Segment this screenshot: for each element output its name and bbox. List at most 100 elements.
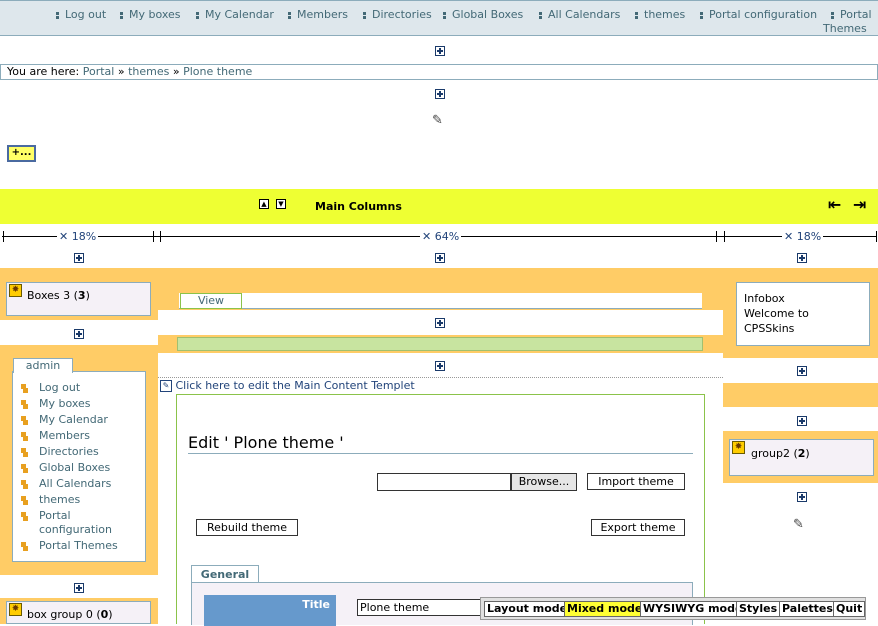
- bullet-icon: [21, 480, 26, 485]
- bullet-icon: [363, 11, 366, 15]
- nav-global-boxes[interactable]: Global Boxes: [443, 8, 523, 21]
- quit-button[interactable]: Quit: [833, 601, 866, 617]
- infobox-text: CPSSkins: [744, 322, 795, 335]
- bullet-icon: [831, 11, 834, 15]
- menu-members[interactable]: Members: [21, 429, 90, 442]
- nav-portal[interactable]: Portal: [831, 8, 872, 21]
- boxgroup0-box[interactable]: ✸ box group 0 (0): [6, 601, 151, 624]
- ruler-tick[interactable]: [160, 231, 161, 242]
- rebuild-theme-button[interactable]: Rebuild theme: [196, 519, 298, 536]
- mixed-mode-button[interactable]: Mixed mode: [564, 601, 646, 617]
- tab-general[interactable]: General: [191, 565, 259, 583]
- breadcrumb-themes[interactable]: themes: [128, 65, 169, 78]
- layout-mode-button[interactable]: Layout mode: [484, 601, 571, 617]
- bullet-icon: [635, 11, 638, 15]
- breadcrumb-separator: »: [172, 65, 180, 78]
- bullet-icon: [443, 11, 446, 15]
- ruler-tick[interactable]: [153, 231, 154, 242]
- menu-portal-configuration-line2[interactable]: configuration: [39, 523, 112, 536]
- menu-log-out[interactable]: Log out: [21, 381, 80, 394]
- nav-directories[interactable]: Directories: [363, 8, 432, 21]
- add-icon[interactable]: [74, 583, 84, 593]
- palettes-button[interactable]: Palettes: [779, 601, 836, 617]
- add-icon[interactable]: [435, 253, 445, 263]
- nav-themes[interactable]: themes: [635, 8, 685, 21]
- green-bar: [177, 337, 703, 351]
- group2-label: group2 (2): [751, 447, 810, 460]
- nav-portal-configuration[interactable]: Portal configuration: [700, 8, 817, 21]
- right-column-width[interactable]: ✕ 18%: [782, 230, 824, 243]
- menu-my-calendar[interactable]: My Calendar: [21, 413, 108, 426]
- nav-log-out[interactable]: Log out: [56, 8, 106, 21]
- export-theme-button[interactable]: Export theme: [591, 519, 685, 536]
- page-title: Edit ' Plone theme ': [188, 433, 344, 452]
- move-right-icon[interactable]: ⇥: [853, 195, 866, 214]
- edit-templet-link[interactable]: ✎ Click here to edit the Main Content Te…: [160, 379, 415, 392]
- menu-portal-configuration[interactable]: Portal: [21, 509, 71, 522]
- nav-my-boxes[interactable]: My boxes: [120, 8, 181, 21]
- add-icon[interactable]: [797, 416, 807, 426]
- menu-themes[interactable]: themes: [21, 493, 80, 506]
- browse-button[interactable]: Browse...: [511, 473, 577, 491]
- left-column-width[interactable]: ✕ 18%: [57, 230, 99, 243]
- move-left-icon[interactable]: ⇤: [828, 195, 841, 214]
- add-icon[interactable]: [797, 492, 807, 502]
- add-section-button[interactable]: +...: [7, 145, 36, 162]
- breadcrumb-separator: »: [117, 65, 125, 78]
- mode-toolbar: Layout mode Mixed mode WYSIWYG mode Styl…: [480, 597, 866, 620]
- main-columns-bar: ▲ ▼ Main Columns ⇤ ⇥: [0, 189, 878, 224]
- group2-box[interactable]: ✸ group2 (2): [729, 439, 874, 476]
- bullet-icon: [539, 11, 542, 15]
- wysiwyg-mode-button[interactable]: WYSIWYG mode: [640, 601, 746, 617]
- box-group-icon: ✸: [9, 284, 22, 297]
- bullet-icon: [21, 384, 26, 389]
- ruler-tick[interactable]: [724, 231, 725, 242]
- nav-all-calendars[interactable]: All Calendars: [539, 8, 620, 21]
- import-theme-button[interactable]: Import theme: [587, 473, 685, 490]
- center-column-width[interactable]: ✕ 64%: [420, 230, 462, 243]
- add-icon[interactable]: [435, 318, 445, 328]
- bullet-icon: [21, 464, 26, 469]
- boxes3-label: Boxes 3 (3): [27, 289, 90, 302]
- add-icon[interactable]: [797, 253, 807, 263]
- bullet-icon: [288, 11, 291, 15]
- menu-my-boxes[interactable]: My boxes: [21, 397, 91, 410]
- move-down-icon[interactable]: ▼: [276, 199, 286, 209]
- breadcrumb-portal[interactable]: Portal: [83, 65, 115, 78]
- ruler-tick: [876, 231, 877, 242]
- nav-my-calendar[interactable]: My Calendar: [196, 8, 274, 21]
- main-columns-title: Main Columns: [315, 200, 402, 213]
- menu-global-boxes[interactable]: Global Boxes: [21, 461, 110, 474]
- ruler-tick: [3, 231, 4, 242]
- admin-tab[interactable]: admin: [13, 358, 73, 373]
- boxes3-box[interactable]: ✸ Boxes 3 (3): [6, 282, 151, 316]
- add-icon[interactable]: [435, 46, 445, 56]
- view-tab-bar: [179, 293, 702, 309]
- empty-slot: [723, 383, 878, 407]
- menu-portal-themes[interactable]: Portal Themes: [21, 539, 118, 552]
- bullet-icon: [21, 432, 26, 437]
- nav-themes-2[interactable]: Themes: [823, 22, 867, 35]
- move-up-icon[interactable]: ▲: [259, 199, 269, 209]
- menu-all-calendars[interactable]: All Calendars: [21, 477, 111, 490]
- title-underline: [188, 453, 693, 454]
- add-icon[interactable]: [797, 366, 807, 376]
- bullet-icon: [21, 448, 26, 453]
- paintbrush-icon[interactable]: ✎: [793, 517, 804, 532]
- add-icon[interactable]: [74, 329, 84, 339]
- file-input[interactable]: [377, 473, 511, 491]
- add-icon[interactable]: [74, 253, 84, 263]
- bullet-icon: [21, 512, 26, 517]
- bullet-icon: [21, 416, 26, 421]
- infobox-title: Infobox: [744, 292, 785, 305]
- add-icon[interactable]: [435, 89, 445, 99]
- styles-button[interactable]: Styles: [736, 601, 781, 617]
- nav-members[interactable]: Members: [288, 8, 348, 21]
- breadcrumb-plone-theme[interactable]: Plone theme: [183, 65, 252, 78]
- paintbrush-icon[interactable]: ✎: [432, 113, 443, 128]
- view-tab[interactable]: View: [180, 293, 242, 309]
- menu-directories[interactable]: Directories: [21, 445, 99, 458]
- bullet-icon: [21, 496, 26, 501]
- add-icon[interactable]: [435, 361, 445, 371]
- ruler-tick[interactable]: [716, 231, 717, 242]
